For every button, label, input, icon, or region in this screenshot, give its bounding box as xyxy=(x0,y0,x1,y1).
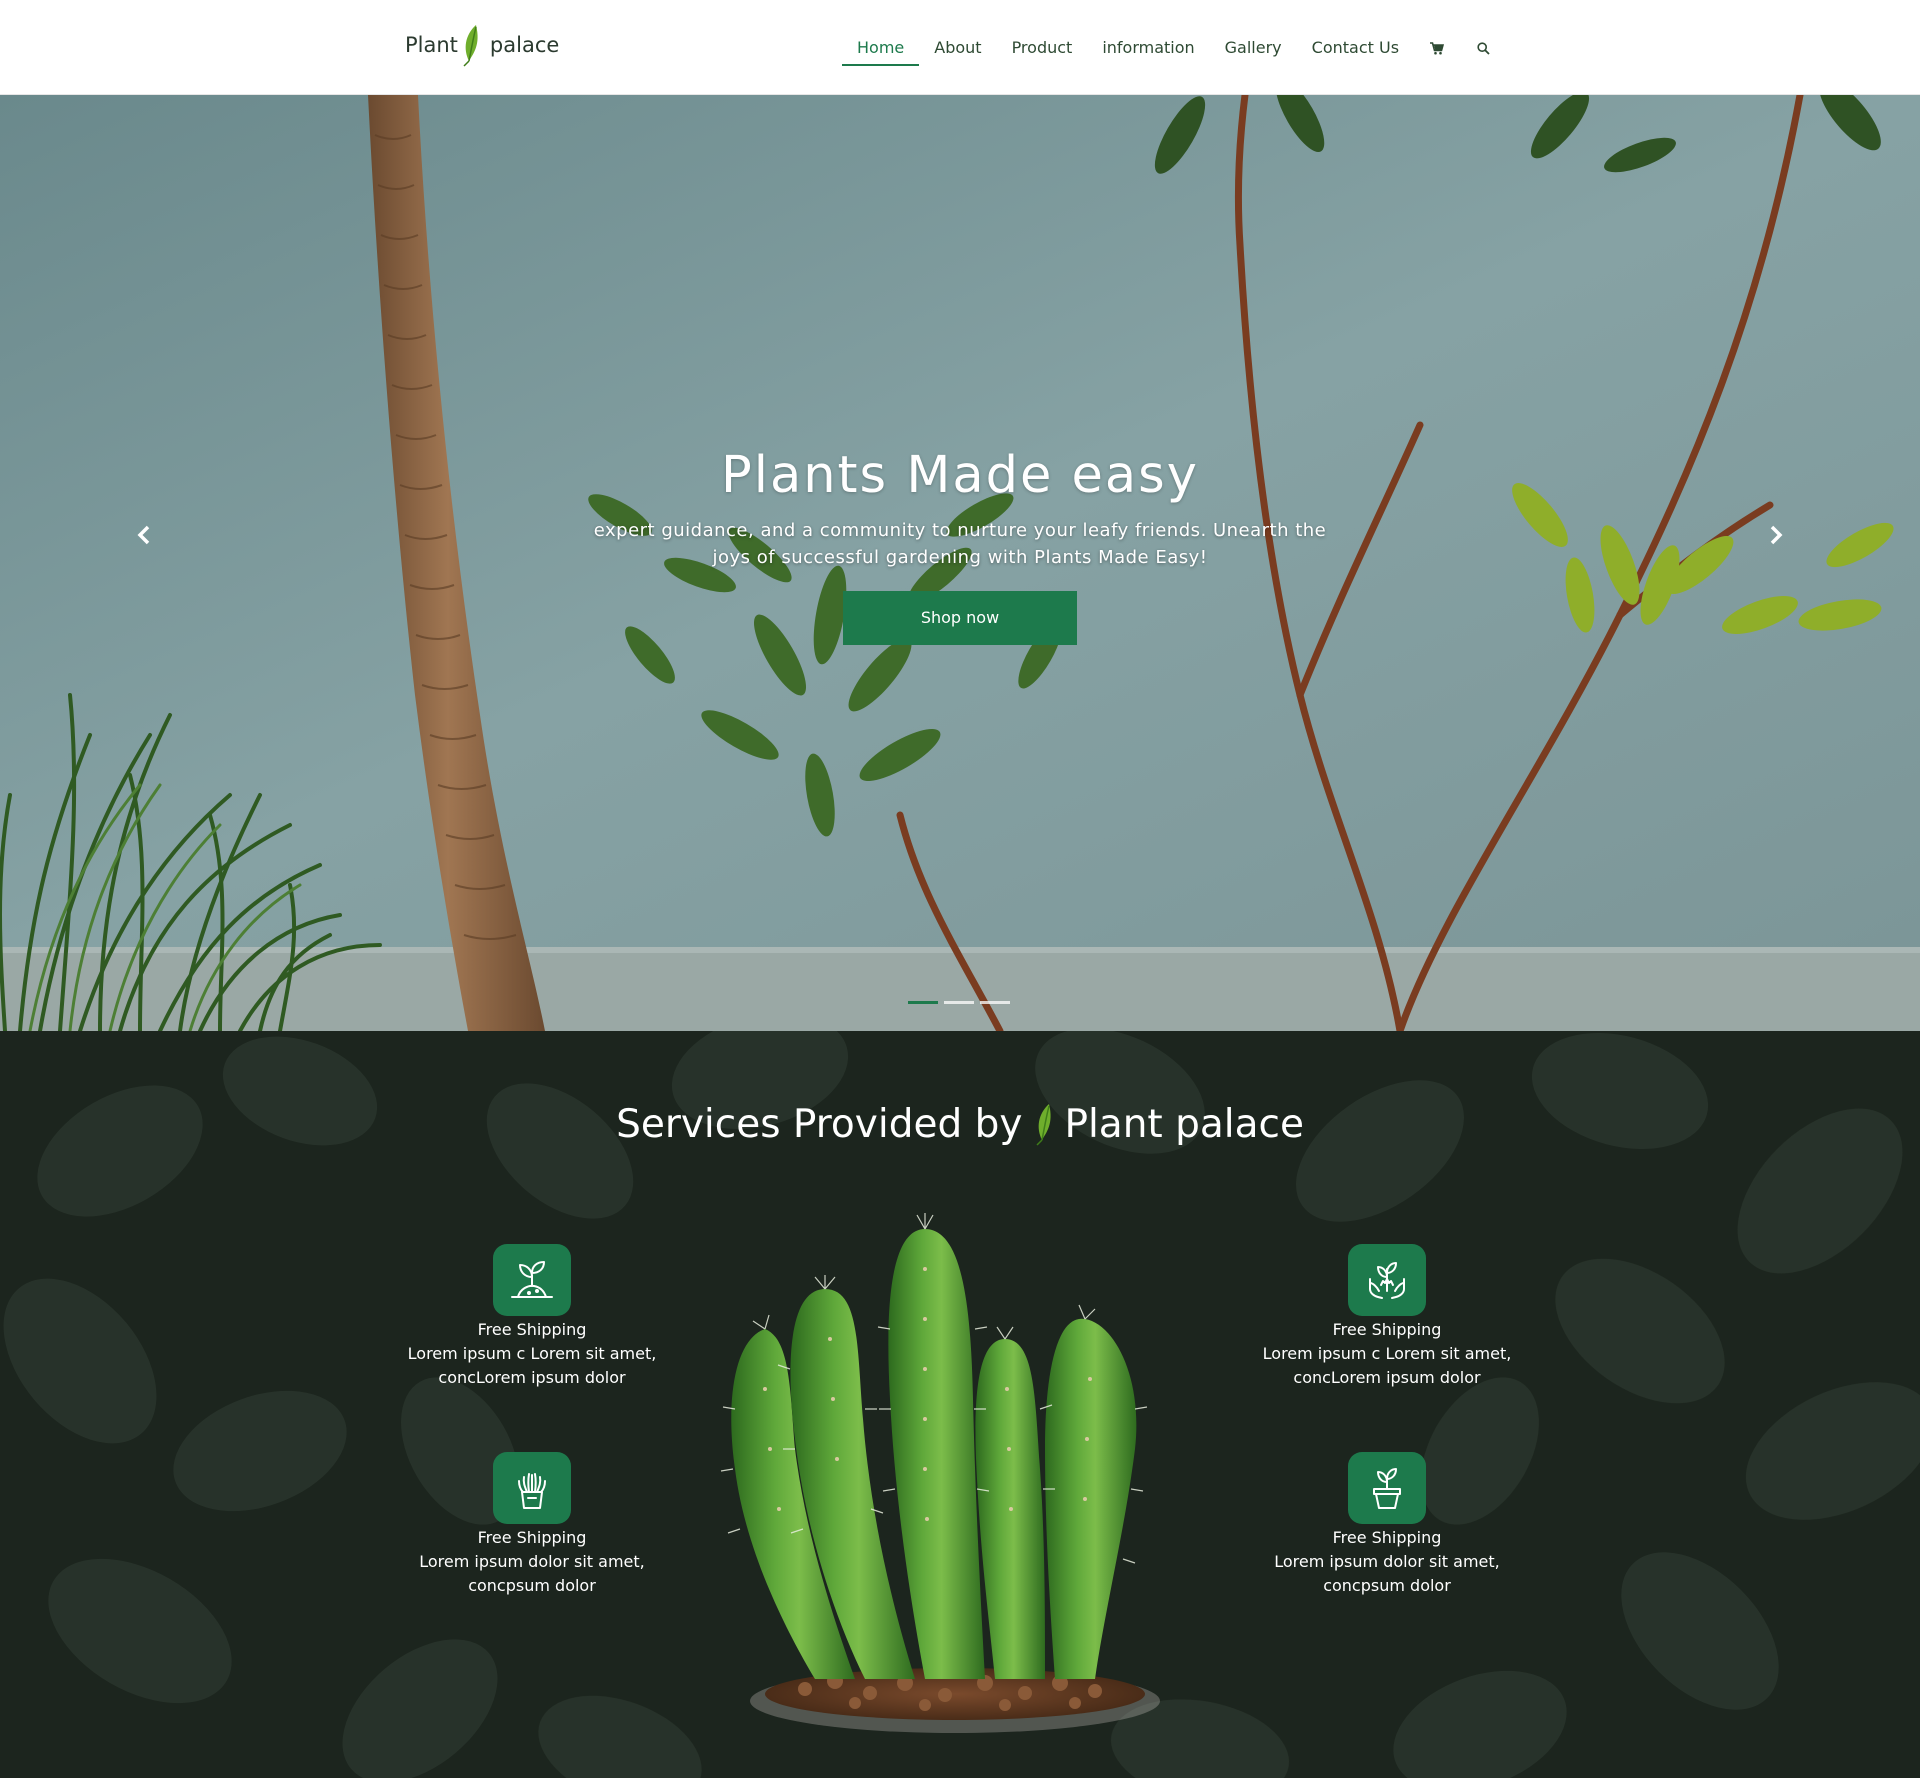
nav-about[interactable]: About xyxy=(919,30,996,66)
site-logo[interactable]: Plant palace xyxy=(405,22,559,68)
hero-caption: Plants Made easy expert guidance, and a … xyxy=(560,443,1360,645)
logo-text-palace: palace xyxy=(489,33,560,57)
carousel-indicator-1[interactable] xyxy=(908,1001,938,1004)
sprout-icon xyxy=(493,1244,571,1316)
chevron-left-icon xyxy=(137,525,150,545)
feature-text: Lorem ipsum c Lorem sit amet, concLorem … xyxy=(407,1344,657,1387)
flower-pot-icon xyxy=(1348,1452,1426,1524)
carousel-indicators xyxy=(908,1001,1010,1004)
leaf-icon xyxy=(463,25,478,67)
services-title-prefix: Services Provided by xyxy=(616,1101,1023,1147)
site-header: Plant palace Home About Product informat… xyxy=(0,0,1920,95)
feature-title: Free Shipping xyxy=(477,1320,587,1339)
feature-card: Free Shipping Lorem ipsum c Lorem sit am… xyxy=(1237,1244,1537,1390)
carousel-indicator-3[interactable] xyxy=(980,1001,1010,1004)
cart-icon[interactable] xyxy=(1414,30,1460,66)
leaf-icon xyxy=(1036,1104,1052,1146)
chevron-right-icon xyxy=(1770,525,1783,545)
nav-gallery[interactable]: Gallery xyxy=(1210,30,1297,66)
feature-card: Free Shipping Lorem ipsum dolor sit amet… xyxy=(382,1452,682,1598)
nav-information[interactable]: information xyxy=(1087,30,1209,66)
shop-now-button[interactable]: Shop now xyxy=(843,591,1077,645)
nav-product[interactable]: Product xyxy=(997,30,1088,66)
services-title-brand: Plant palace xyxy=(1064,1101,1304,1147)
cactus-image xyxy=(720,1213,1160,1733)
carousel-prev-button[interactable] xyxy=(124,515,164,555)
search-icon[interactable] xyxy=(1460,30,1506,66)
services-title: Services Provided by Plant palace xyxy=(0,1101,1920,1147)
feature-text: Lorem ipsum c Lorem sit amet, concLorem … xyxy=(1262,1344,1512,1387)
carousel-next-button[interactable] xyxy=(1756,515,1796,555)
hero-carousel: Plants Made easy expert guidance, and a … xyxy=(0,95,1920,1031)
services-section: Services Provided by Plant palace Free S… xyxy=(0,1031,1920,1778)
carousel-indicator-2[interactable] xyxy=(944,1001,974,1004)
hero-subtitle: expert guidance, and a community to nurt… xyxy=(593,520,1327,568)
main-nav: Home About Product information Gallery C… xyxy=(842,30,1506,66)
feature-title: Free Shipping xyxy=(477,1528,587,1547)
feature-title: Free Shipping xyxy=(1332,1320,1442,1339)
feature-text: Lorem ipsum dolor sit amet, concpsum dol… xyxy=(1274,1552,1500,1595)
feature-title: Free Shipping xyxy=(1332,1528,1442,1547)
plant-hands-icon xyxy=(1348,1244,1426,1316)
hero-title: Plants Made easy xyxy=(721,446,1199,505)
nav-contact-us[interactable]: Contact Us xyxy=(1297,30,1414,66)
logo-text-plant: Plant xyxy=(405,33,458,57)
potted-plant-icon xyxy=(493,1452,571,1524)
feature-text: Lorem ipsum dolor sit amet, concpsum dol… xyxy=(419,1552,645,1595)
feature-card: Free Shipping Lorem ipsum dolor sit amet… xyxy=(1237,1452,1537,1598)
feature-card: Free Shipping Lorem ipsum c Lorem sit am… xyxy=(382,1244,682,1390)
nav-home[interactable]: Home xyxy=(842,30,920,66)
